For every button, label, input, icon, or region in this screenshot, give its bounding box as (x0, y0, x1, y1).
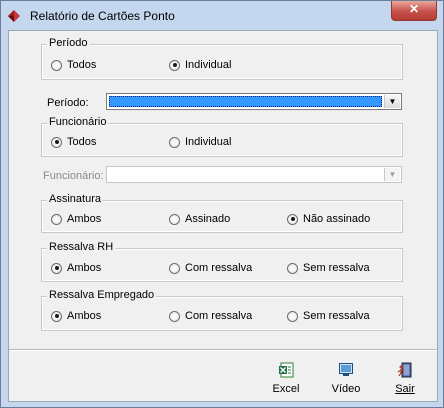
radio-ressalva-rh-ambos[interactable]: Ambos (51, 262, 101, 274)
radio-label: Sem ressalva (303, 262, 370, 274)
radio-label: Assinado (185, 213, 231, 225)
excel-button[interactable]: Excel (266, 362, 306, 402)
window-title: Relatório de Cartões Ponto (30, 9, 175, 23)
funcionario-combo-label: Funcionário: (43, 170, 104, 182)
radio-indicator (51, 59, 62, 71)
periodo-group-legend: Período (47, 37, 90, 49)
ressalva-rh-group-legend: Ressalva RH (47, 241, 116, 253)
radio-indicator (287, 310, 298, 322)
radio-funcionario-individual[interactable]: Individual (169, 136, 231, 148)
video-button-label: Vídeo (331, 383, 361, 395)
sair-button-label: Sair (395, 383, 415, 395)
assinatura-group-legend: Assinatura (47, 193, 103, 205)
funcionario-combo[interactable]: ▼ (106, 166, 402, 183)
radio-indicator (169, 136, 180, 148)
chevron-down-icon[interactable]: ▼ (384, 168, 400, 181)
periodo-combo-selection (109, 96, 382, 107)
radio-ressalva-rh-com[interactable]: Com ressalva (169, 262, 252, 274)
radio-indicator (169, 59, 180, 71)
monitor-icon (339, 363, 353, 376)
radio-label: Ambos (67, 310, 102, 322)
radio-label: Com ressalva (185, 262, 253, 274)
radio-ressalva-emp-com[interactable]: Com ressalva (169, 310, 252, 322)
funcionario-group-legend: Funcionário (47, 116, 109, 128)
radio-indicator (169, 213, 180, 225)
radio-indicator (169, 262, 180, 274)
radio-label: Sem ressalva (303, 310, 370, 322)
radio-periodo-individual[interactable]: Individual (169, 59, 231, 71)
radio-periodo-todos[interactable]: Todos (51, 59, 96, 71)
radio-indicator (51, 262, 62, 274)
radio-indicator (287, 262, 298, 274)
radio-funcionario-todos[interactable]: Todos (51, 136, 96, 148)
chevron-down-icon[interactable]: ▼ (384, 95, 400, 108)
periodo-combo[interactable]: ▼ (106, 93, 402, 110)
periodo-combo-label: Período: (47, 97, 89, 109)
funcionario-group: Funcionário Todos Individual (41, 116, 403, 157)
radio-indicator (169, 310, 180, 322)
radio-label: Individual (185, 136, 232, 148)
radio-ressalva-rh-sem[interactable]: Sem ressalva (287, 262, 370, 274)
toolbar-separator (9, 349, 437, 350)
radio-label: Com ressalva (185, 310, 253, 322)
radio-indicator (51, 136, 62, 148)
radio-assinatura-nao-assinado[interactable]: Não assinado (287, 213, 370, 225)
exit-door-icon (397, 362, 412, 378)
app-icon (8, 10, 20, 22)
ressalva-empregado-group: Ressalva Empregado Ambos Com ressalva Se… (41, 289, 403, 331)
sair-button[interactable]: Sair (385, 362, 425, 402)
radio-label: Todos (67, 59, 97, 71)
assinatura-group: Assinatura Ambos Assinado Não assinado (41, 193, 403, 233)
title-bar[interactable]: Relatório de Cartões Ponto ✕ (1, 1, 443, 30)
radio-assinatura-ambos[interactable]: Ambos (51, 213, 101, 225)
radio-label: Individual (185, 59, 232, 71)
radio-indicator (287, 213, 298, 225)
periodo-group: Período Todos Individual (41, 37, 403, 80)
close-button[interactable]: ✕ (391, 1, 437, 21)
excel-icon (279, 362, 294, 378)
radio-indicator (51, 213, 62, 225)
radio-ressalva-emp-sem[interactable]: Sem ressalva (287, 310, 370, 322)
excel-button-label: Excel (272, 383, 300, 395)
ressalva-empregado-group-legend: Ressalva Empregado (47, 289, 157, 301)
radio-label: Ambos (67, 213, 102, 225)
ressalva-rh-group: Ressalva RH Ambos Com ressalva Sem ressa… (41, 241, 403, 282)
radio-label: Ambos (67, 262, 102, 274)
radio-assinatura-assinado[interactable]: Assinado (169, 213, 230, 225)
radio-ressalva-emp-ambos[interactable]: Ambos (51, 310, 101, 322)
radio-label: Não assinado (303, 213, 371, 225)
radio-label: Todos (67, 136, 97, 148)
report-window: Relatório de Cartões Ponto ✕ Período Tod… (0, 0, 444, 408)
dialog-client-area: Período Todos Individual Período: ▼ Func… (8, 30, 438, 402)
radio-indicator (51, 310, 62, 322)
video-button[interactable]: Vídeo (326, 362, 366, 402)
